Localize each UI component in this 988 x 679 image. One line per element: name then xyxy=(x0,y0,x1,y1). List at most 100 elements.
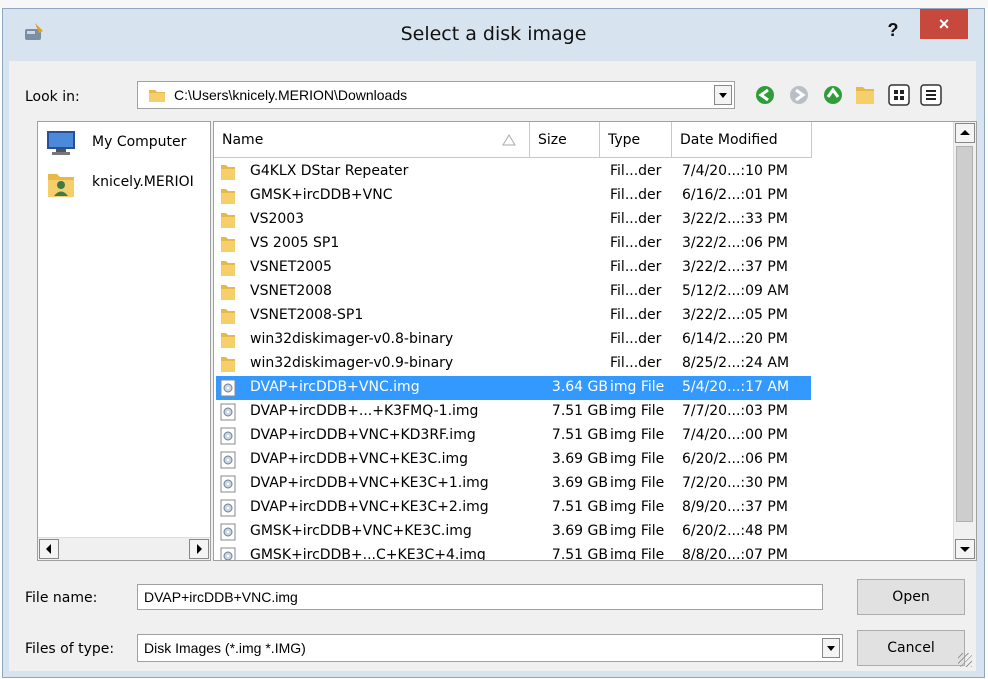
folder-icon xyxy=(221,237,235,252)
file-type: img File xyxy=(610,499,665,515)
file-date: 6/16/2...:01 PM xyxy=(682,187,788,203)
file-size: 7.51 GB xyxy=(551,403,608,419)
new-folder-icon[interactable] xyxy=(851,81,879,109)
places-horizontal-scrollbar[interactable] xyxy=(38,537,210,560)
folder-icon xyxy=(221,261,235,276)
file-type: img File xyxy=(610,547,665,561)
file-date: 3/22/2...:06 PM xyxy=(682,235,788,251)
disk-file-icon xyxy=(220,427,236,445)
table-row[interactable]: VS 2005 SP1 Fil...der 3/22/2...:06 PM xyxy=(216,232,811,256)
scroll-up-icon xyxy=(960,130,970,135)
file-date: 3/22/2...:37 PM xyxy=(682,259,788,275)
help-button[interactable]: ? xyxy=(875,15,911,45)
file-size: 3.69 GB xyxy=(551,451,608,467)
file-type: Fil...der xyxy=(610,307,662,323)
file-name: DVAP+ircDDB+VNC+KE3C+2.img xyxy=(250,499,489,515)
folder-icon xyxy=(221,189,235,204)
file-size: 7.51 GB xyxy=(551,427,608,443)
table-row[interactable]: DVAP+ircDDB+VNC+KE3C.img 3.69 GB img File 6… xyxy=(216,448,811,472)
file-date: 3/22/2...:33 PM xyxy=(682,211,788,227)
table-row[interactable]: GMSK+ircDDB+VNC Fil...der 6/16/2...:01 PM xyxy=(216,184,811,208)
table-row[interactable]: VSNET2008-SP1 Fil...der 3/22/2...:05 PM xyxy=(216,304,811,328)
column-header-label: Date Modified xyxy=(680,132,778,148)
scroll-up-button[interactable] xyxy=(955,123,975,143)
table-row[interactable]: win32diskimager-v0.8-binary Fil...der 6/14… xyxy=(216,328,811,352)
files-of-type-combo[interactable]: Disk Images (*.img *.IMG) xyxy=(137,634,843,662)
table-row[interactable]: GMSK+ircDDB+...C+KE3C+4.img 7.51 GB img Fi… xyxy=(216,544,811,561)
look-in-dropdown-arrow[interactable] xyxy=(714,85,732,105)
disk-file-icon xyxy=(220,475,236,493)
look-in-path: C:\Users\knicely.MERION\Downloads xyxy=(174,87,408,103)
file-date: 6/14/2...:20 PM xyxy=(682,331,788,347)
table-row[interactable]: GMSK+ircDDB+VNC+KE3C.img 3.69 GB img File 6… xyxy=(216,520,811,544)
title-bar[interactable]: Select a disk image ? × xyxy=(3,9,984,61)
file-size: 3.69 GB xyxy=(551,475,608,491)
file-date: 7/7/20...:03 PM xyxy=(682,403,788,419)
file-type: Fil...der xyxy=(610,259,662,275)
column-header-name[interactable]: Name xyxy=(214,122,530,158)
scroll-right-button[interactable] xyxy=(189,539,209,559)
disk-file-icon xyxy=(220,403,236,421)
user-folder-icon xyxy=(48,174,74,197)
disk-file-icon xyxy=(220,451,236,469)
table-row[interactable]: VSNET2005 Fil...der 3/22/2...:37 PM xyxy=(216,256,811,280)
file-date: 5/4/20...:17 AM xyxy=(682,379,790,395)
folder-icon xyxy=(221,309,235,324)
files-of-type-label: Files of type: xyxy=(25,641,115,657)
table-row[interactable]: DVAP+ircDDB+VNC+KE3C+1.img 3.69 GB img Fil… xyxy=(216,472,811,496)
column-header-date-modified[interactable]: Date Modified xyxy=(672,122,812,158)
forward-icon[interactable] xyxy=(785,81,813,109)
select-disk-image-dialog: Select a disk image ? × Look in: C:\User… xyxy=(2,8,985,678)
file-name: DVAP+ircDDB+VNC.img xyxy=(250,379,420,395)
file-name: win32diskimager-v0.9-binary xyxy=(250,355,454,371)
cancel-button[interactable]: Cancel xyxy=(857,630,965,666)
scrollbar-thumb[interactable] xyxy=(956,146,973,522)
file-date: 5/12/2...:09 AM xyxy=(682,283,790,299)
file-name: VSNET2005 xyxy=(250,259,332,275)
look-in-label: Look in: xyxy=(25,89,80,105)
file-type: Fil...der xyxy=(610,163,662,179)
look-in-combo[interactable]: C:\Users\knicely.MERION\Downloads xyxy=(137,81,735,109)
files-of-type-dropdown-arrow[interactable] xyxy=(822,638,840,658)
table-row[interactable]: DVAP+ircDDB+VNC+KD3RF.img 7.51 GB img File… xyxy=(216,424,811,448)
file-date: 7/2/20...:30 PM xyxy=(682,475,788,491)
sort-ascending-icon xyxy=(502,134,516,146)
table-row[interactable]: VS2003 Fil...der 3/22/2...:33 PM xyxy=(216,208,811,232)
file-date: 8/9/20...:37 PM xyxy=(682,499,788,515)
table-row[interactable]: DVAP+ircDDB+VNC+KE3C+2.img 7.51 GB img Fil… xyxy=(216,496,811,520)
file-type: Fil...der xyxy=(610,187,662,203)
back-icon[interactable] xyxy=(751,81,779,109)
scroll-left-button[interactable] xyxy=(39,539,59,559)
dialog-body: Look in: C:\Users\knicely.MERION\Downloa… xyxy=(9,61,977,671)
up-folder-icon[interactable] xyxy=(819,81,847,109)
scroll-down-icon xyxy=(960,547,970,552)
column-header-size[interactable]: Size xyxy=(530,122,600,158)
file-type: img File xyxy=(610,427,665,443)
file-size: 3.64 GB xyxy=(551,379,608,395)
file-date: 8/8/20...:07 PM xyxy=(682,547,788,561)
file-type: img File xyxy=(610,451,665,467)
file-type: img File xyxy=(610,523,665,539)
file-name: VS2003 xyxy=(250,211,305,227)
resize-grip[interactable] xyxy=(958,653,972,667)
table-row[interactable]: DVAP+ircDDB+...+K3FMQ-1.img 7.51 GB img Fi… xyxy=(216,400,811,424)
list-view-icon[interactable] xyxy=(885,81,913,109)
open-button[interactable]: Open xyxy=(857,579,965,615)
file-type: Fil...der xyxy=(610,283,662,299)
folder-icon xyxy=(221,165,235,180)
file-date: 7/4/20...:00 PM xyxy=(682,427,788,443)
column-header-type[interactable]: Type xyxy=(600,122,672,158)
file-date: 3/22/2...:05 PM xyxy=(682,307,788,323)
table-row[interactable]: win32diskimager-v0.9-binary Fil...der 8/25… xyxy=(216,352,811,376)
file-name-input[interactable] xyxy=(137,584,823,610)
close-button[interactable]: × xyxy=(920,9,968,39)
scroll-down-button[interactable] xyxy=(955,539,975,559)
file-list-vertical-scrollbar[interactable] xyxy=(953,122,976,560)
file-name: DVAP+ircDDB+VNC+KD3RF.img xyxy=(250,427,476,443)
table-row[interactable]: VSNET2008 Fil...der 5/12/2...:09 AM xyxy=(216,280,811,304)
file-date: 7/4/20...:10 PM xyxy=(682,163,788,179)
disk-file-icon xyxy=(220,523,236,541)
table-row[interactable]: DVAP+ircDDB+VNC.img 3.64 GB img File 5/4/20… xyxy=(216,376,811,400)
details-view-icon[interactable] xyxy=(917,81,945,109)
table-row[interactable]: G4KLX DStar Repeater Fil...der 7/4/20...:1… xyxy=(216,160,811,184)
